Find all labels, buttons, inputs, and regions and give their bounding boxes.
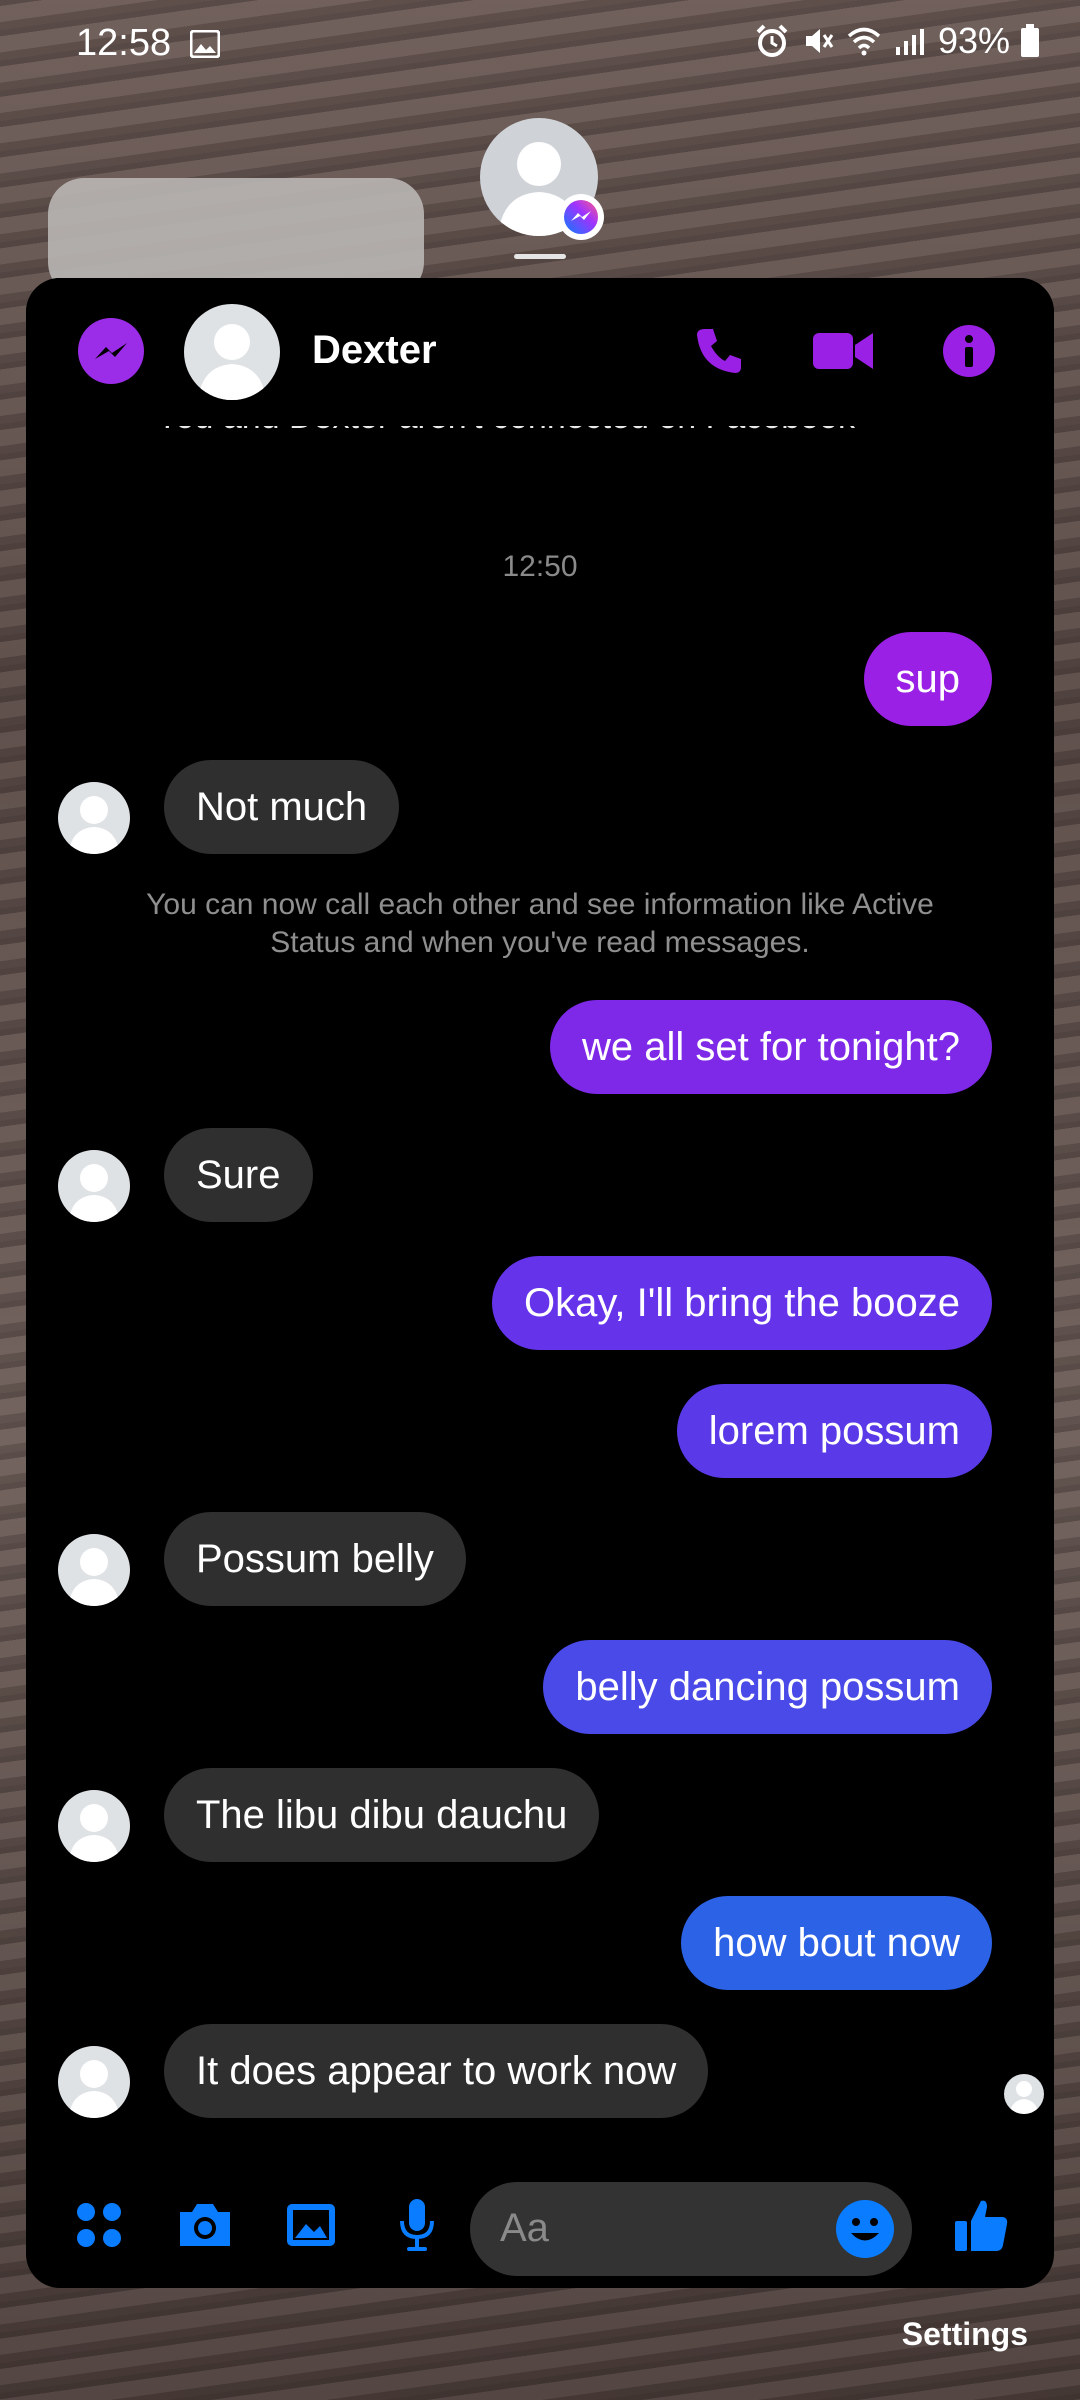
info-button[interactable] <box>936 318 1002 384</box>
phone-icon <box>697 329 741 373</box>
person-icon <box>68 2060 120 2118</box>
incoming-message[interactable]: Not much <box>164 760 400 854</box>
read-receipt-avatar <box>1004 2074 1044 2114</box>
signal-icon <box>895 29 924 55</box>
person-icon <box>68 1804 120 1862</box>
outgoing-message[interactable]: belly dancing possum <box>543 1640 992 1734</box>
drag-handle[interactable] <box>514 254 566 259</box>
voice-call-button[interactable] <box>686 318 752 384</box>
composer-bar: Aa <box>26 2168 1054 2288</box>
person-icon <box>198 324 266 400</box>
camera-button[interactable] <box>170 2190 240 2260</box>
contact-avatar-small[interactable] <box>58 2046 130 2118</box>
gallery-button[interactable] <box>276 2190 346 2260</box>
messenger-badge-icon <box>558 194 604 240</box>
outgoing-message[interactable]: we all set for tonight? <box>550 1000 992 1094</box>
image-icon <box>287 2204 335 2246</box>
outgoing-message[interactable]: how bout now <box>681 1896 992 1990</box>
person-icon <box>68 1548 120 1606</box>
microphone-icon <box>400 2199 434 2251</box>
alarm-icon <box>756 24 788 57</box>
status-time: 12:58 <box>76 22 172 64</box>
more-actions-button[interactable] <box>64 2190 134 2260</box>
person-icon <box>68 796 120 854</box>
incoming-message[interactable]: The libu dibu dauchu <box>164 1768 600 1862</box>
system-message: You can now call each other and see info… <box>146 888 934 959</box>
video-camera-icon <box>813 333 873 369</box>
status-bar: 12:58 93% <box>0 0 1080 92</box>
emoji-icon[interactable] <box>836 2200 894 2258</box>
mute-icon <box>805 29 834 53</box>
video-call-button[interactable] <box>810 318 876 384</box>
settings-link[interactable]: Settings <box>902 2316 1028 2353</box>
message-input-placeholder: Aa <box>500 2206 549 2250</box>
message-input[interactable]: Aa <box>470 2182 912 2276</box>
wifi-icon <box>847 27 881 56</box>
battery-icon <box>1021 24 1039 57</box>
person-icon <box>1009 2081 1039 2114</box>
camera-icon <box>180 2204 230 2246</box>
grid-dots-icon <box>77 2203 121 2247</box>
messenger-icon[interactable] <box>78 318 144 384</box>
info-icon <box>943 325 995 377</box>
outgoing-message[interactable]: sup <box>863 632 992 726</box>
microphone-button[interactable] <box>382 2190 452 2260</box>
person-icon <box>68 1164 120 1222</box>
outgoing-message[interactable]: lorem possum <box>676 1384 992 1478</box>
thumbs-up-icon <box>955 2200 1008 2251</box>
contact-name[interactable]: Dexter <box>312 328 437 373</box>
chat-header: Dexter <box>26 278 1054 426</box>
contact-avatar[interactable] <box>184 304 280 400</box>
incoming-message[interactable]: Possum belly <box>164 1512 466 1606</box>
incoming-message[interactable]: It does appear to work now <box>164 2024 709 2118</box>
battery-percent: 93% <box>937 20 1010 61</box>
contact-avatar-small[interactable] <box>58 1150 130 1222</box>
like-button[interactable] <box>946 2190 1016 2260</box>
chat-panel: Dexter You and Dexter aren't connected o… <box>26 278 1054 2288</box>
contact-avatar-small[interactable] <box>58 1790 130 1862</box>
outgoing-message[interactable]: Okay, I'll bring the booze <box>491 1256 992 1350</box>
contact-avatar-small[interactable] <box>58 782 130 854</box>
gallery-icon <box>190 30 220 58</box>
contact-avatar-small[interactable] <box>58 1534 130 1606</box>
status-icons: 93% <box>754 20 1040 62</box>
message-timestamp: 12:50 <box>502 550 578 583</box>
incoming-message[interactable]: Sure <box>164 1128 313 1222</box>
